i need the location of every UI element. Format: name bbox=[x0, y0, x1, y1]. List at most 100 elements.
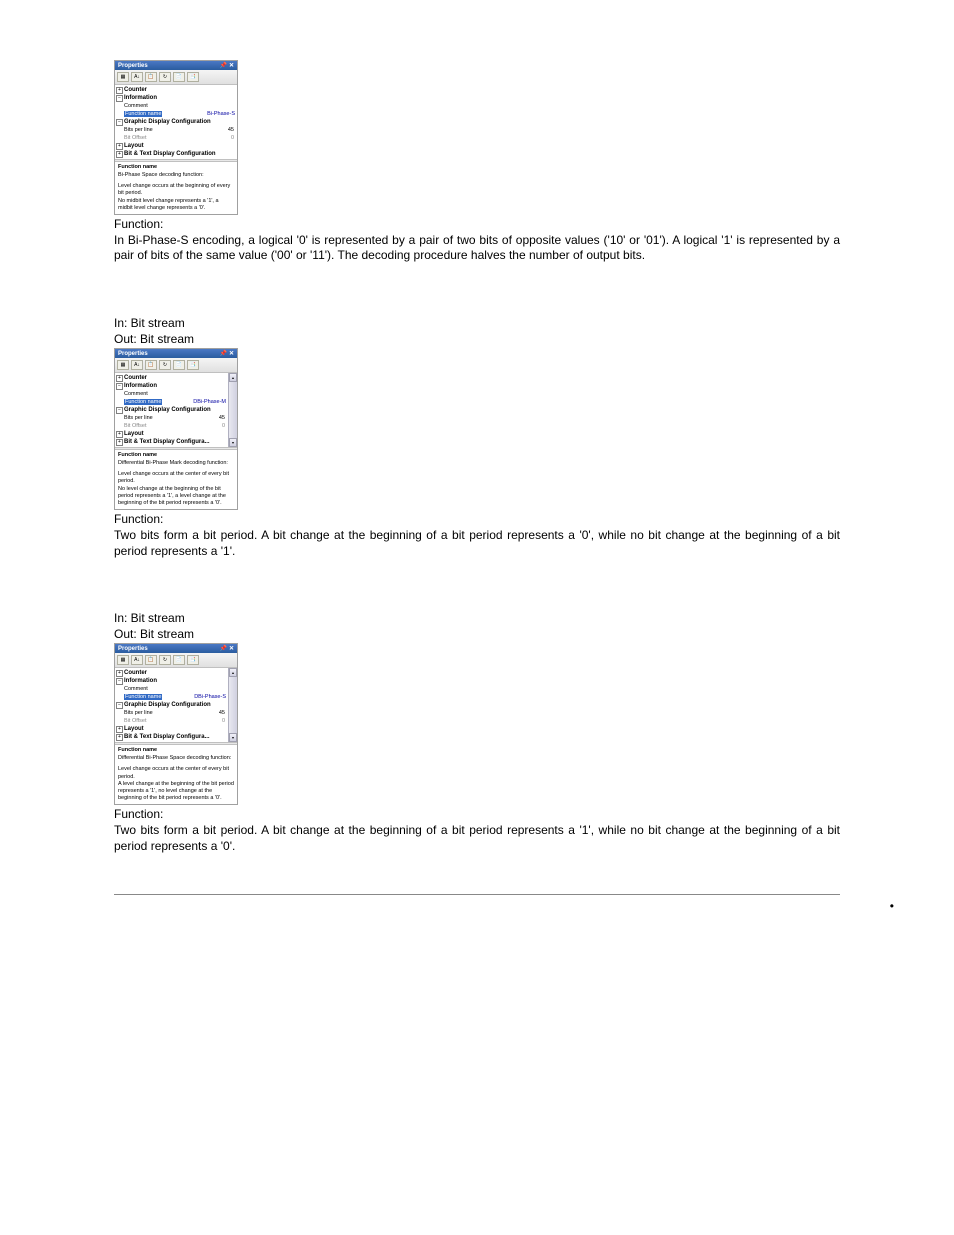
properties-panel-1: Properties 📌 ✕ ▦ A↓ 📋 ↻ 📄 📑 +Counter −In… bbox=[114, 60, 238, 215]
panel-title-text: Properties bbox=[118, 63, 148, 69]
panel-toolbar: ▦ A↓ 📋 ↻ 📄 📑 bbox=[115, 358, 237, 373]
tree-gdc[interactable]: −Graphic Display Configuration bbox=[115, 406, 228, 414]
scrollbar[interactable]: ▴ ▾ bbox=[228, 668, 237, 742]
close-icon[interactable]: ✕ bbox=[229, 645, 234, 652]
tree-gdc[interactable]: −Graphic Display Configuration bbox=[115, 701, 228, 709]
panel-title: Properties 📌 ✕ bbox=[115, 61, 237, 70]
properties-panel-2: Properties 📌 ✕ ▦ A↓ 📋 ↻ 📄 📑 +Counter −In… bbox=[114, 348, 238, 510]
function-body: Two bits form a bit period. A bit change… bbox=[114, 528, 840, 559]
description-area: Function name Bi-Phase Space decoding fu… bbox=[115, 162, 237, 214]
panel-toolbar: ▦ A↓ 📋 ↻ 📄 📑 bbox=[115, 70, 237, 85]
toolbar-btn-2[interactable]: A↓ bbox=[131, 72, 143, 82]
toolbar-btn-1[interactable]: ▦ bbox=[117, 655, 129, 665]
footer-rule bbox=[114, 894, 840, 895]
toolbar-btn-5[interactable]: 📄 bbox=[173, 360, 185, 370]
collapse-icon[interactable]: − bbox=[116, 702, 123, 709]
close-icon[interactable]: ✕ bbox=[229, 350, 234, 357]
expand-icon[interactable]: + bbox=[116, 375, 123, 382]
scroll-up-icon[interactable]: ▴ bbox=[229, 668, 237, 677]
toolbar-btn-5[interactable]: 📄 bbox=[173, 72, 185, 82]
in-line: In: Bit stream bbox=[114, 316, 840, 330]
tree-gdc[interactable]: −Graphic Display Configuration bbox=[115, 118, 237, 126]
tree-bits-per-line[interactable]: Bits per line45 bbox=[115, 709, 228, 717]
desc-line: No level change at the beginning of the … bbox=[118, 486, 234, 507]
toolbar-btn-5[interactable]: 📄 bbox=[173, 655, 185, 665]
tree-information[interactable]: −Information bbox=[115, 94, 237, 102]
expand-icon[interactable]: + bbox=[116, 143, 123, 150]
tree-bit-offset[interactable]: Bit Offset0 bbox=[115, 717, 228, 725]
scrollbar[interactable]: ▴ ▾ bbox=[228, 373, 237, 447]
tree-btdc[interactable]: +Bit & Text Display Configura... bbox=[115, 733, 228, 741]
toolbar-btn-1[interactable]: ▦ bbox=[117, 72, 129, 82]
collapse-icon[interactable]: − bbox=[116, 678, 123, 685]
tree-layout[interactable]: +Layout bbox=[115, 142, 237, 150]
tree-bit-offset[interactable]: Bit Offset0 bbox=[115, 134, 237, 142]
expand-icon[interactable]: + bbox=[116, 670, 123, 677]
collapse-icon[interactable]: − bbox=[116, 407, 123, 414]
toolbar-btn-3[interactable]: 📋 bbox=[145, 655, 157, 665]
tree-bits-per-line[interactable]: Bits per line45 bbox=[115, 414, 228, 422]
tree-bits-per-line[interactable]: Bits per line45 bbox=[115, 126, 237, 134]
collapse-icon[interactable]: − bbox=[116, 119, 123, 126]
tree-function-name[interactable]: Function nameBi-Phase-S bbox=[115, 110, 237, 118]
pin-icon[interactable]: 📌 bbox=[219, 350, 226, 357]
tree-function-name[interactable]: Function nameDBi-Phase-S bbox=[115, 693, 228, 701]
toolbar-btn-4[interactable]: ↻ bbox=[159, 360, 171, 370]
panel-title-text: Properties bbox=[118, 646, 148, 652]
expand-icon[interactable]: + bbox=[116, 439, 123, 446]
tree-comment[interactable]: Comment bbox=[115, 102, 237, 110]
tree-layout[interactable]: +Layout bbox=[115, 430, 228, 438]
toolbar-btn-4[interactable]: ↻ bbox=[159, 72, 171, 82]
description-area: Function name Differential Bi-Phase Mark… bbox=[115, 450, 237, 509]
tree-counter[interactable]: +Counter bbox=[115, 374, 228, 382]
description-area: Function name Differential Bi-Phase Spac… bbox=[115, 745, 237, 804]
pin-icon[interactable]: 📌 bbox=[219, 62, 226, 69]
properties-panel-3: Properties 📌 ✕ ▦ A↓ 📋 ↻ 📄 📑 +Counter −In… bbox=[114, 643, 238, 805]
toolbar-btn-3[interactable]: 📋 bbox=[145, 72, 157, 82]
property-tree: +Counter −Information Comment Function n… bbox=[115, 373, 237, 447]
toolbar-btn-1[interactable]: ▦ bbox=[117, 360, 129, 370]
expand-icon[interactable]: + bbox=[116, 431, 123, 438]
collapse-icon[interactable]: − bbox=[116, 383, 123, 390]
tree-layout[interactable]: +Layout bbox=[115, 725, 228, 733]
toolbar-btn-6[interactable]: 📑 bbox=[187, 655, 199, 665]
expand-icon[interactable]: + bbox=[116, 151, 123, 158]
expand-icon[interactable]: + bbox=[116, 726, 123, 733]
desc-title: Function name bbox=[118, 747, 234, 754]
property-tree: +Counter −Information Comment Function n… bbox=[115, 668, 237, 742]
toolbar-btn-4[interactable]: ↻ bbox=[159, 655, 171, 665]
tree-counter[interactable]: +Counter bbox=[115, 86, 237, 94]
close-icon[interactable]: ✕ bbox=[229, 62, 234, 69]
tree-counter[interactable]: +Counter bbox=[115, 669, 228, 677]
toolbar-btn-6[interactable]: 📑 bbox=[187, 360, 199, 370]
function-body: Two bits form a bit period. A bit change… bbox=[114, 823, 840, 854]
tree-function-name[interactable]: Function nameDBi-Phase-M bbox=[115, 398, 228, 406]
tree-btdc[interactable]: +Bit & Text Display Configuration bbox=[115, 150, 237, 158]
tree-bit-offset[interactable]: Bit Offset0 bbox=[115, 422, 228, 430]
tree-btdc[interactable]: +Bit & Text Display Configura... bbox=[115, 438, 228, 446]
tree-information[interactable]: −Information bbox=[115, 382, 228, 390]
scroll-down-icon[interactable]: ▾ bbox=[229, 438, 237, 447]
property-tree: +Counter −Information Comment Function n… bbox=[115, 85, 237, 159]
function-body: In Bi-Phase-S encoding, a logical '0' is… bbox=[114, 233, 840, 264]
panel-title: Properties 📌 ✕ bbox=[115, 644, 237, 653]
out-line: Out: Bit stream bbox=[114, 627, 840, 641]
desc-line: A level change at the beginning of the b… bbox=[118, 781, 234, 802]
scroll-up-icon[interactable]: ▴ bbox=[229, 373, 237, 382]
panel-title-text: Properties bbox=[118, 351, 148, 357]
tree-comment[interactable]: Comment bbox=[115, 685, 228, 693]
function-heading: Function: bbox=[114, 512, 840, 526]
expand-icon[interactable]: + bbox=[116, 734, 123, 741]
toolbar-btn-3[interactable]: 📋 bbox=[145, 360, 157, 370]
toolbar-btn-2[interactable]: A↓ bbox=[131, 360, 143, 370]
toolbar-btn-6[interactable]: 📑 bbox=[187, 72, 199, 82]
desc-line: Level change occurs at the center of eve… bbox=[118, 471, 234, 485]
tree-information[interactable]: −Information bbox=[115, 677, 228, 685]
tree-comment[interactable]: Comment bbox=[115, 390, 228, 398]
scroll-down-icon[interactable]: ▾ bbox=[229, 733, 237, 742]
toolbar-btn-2[interactable]: A↓ bbox=[131, 655, 143, 665]
desc-line: Differential Bi-Phase Mark decoding func… bbox=[118, 460, 234, 467]
collapse-icon[interactable]: − bbox=[116, 95, 123, 102]
pin-icon[interactable]: 📌 bbox=[219, 645, 226, 652]
expand-icon[interactable]: + bbox=[116, 87, 123, 94]
